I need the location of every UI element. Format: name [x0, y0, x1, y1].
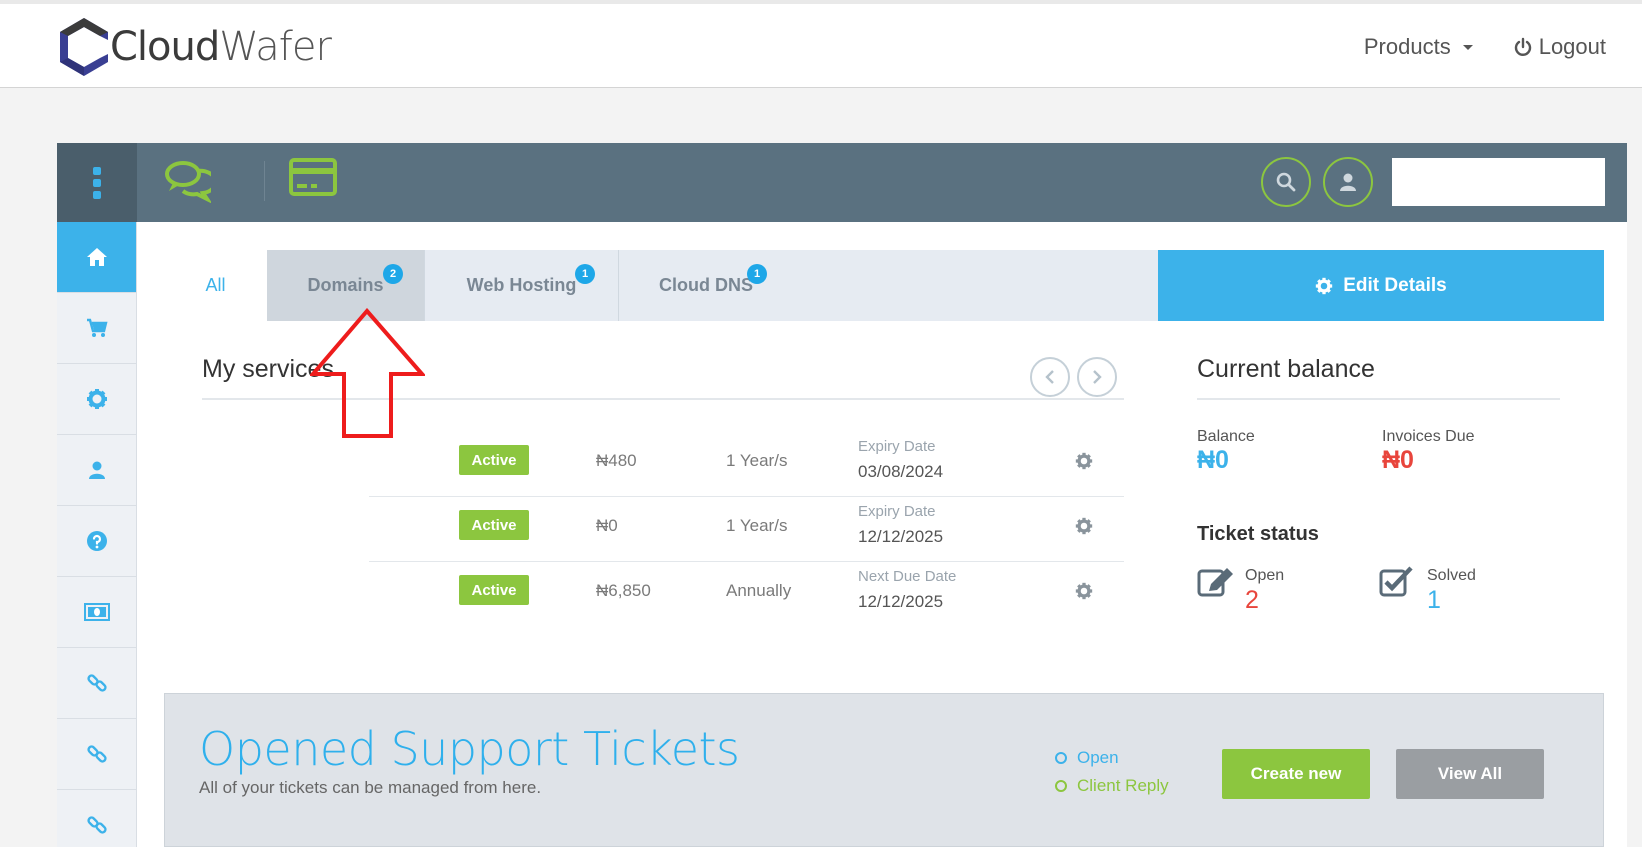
billing-cycle: Annually — [726, 581, 792, 600]
chevron-left-icon — [1045, 370, 1054, 384]
dashboard-header — [57, 143, 1627, 222]
support-tickets-subtitle: All of your tickets can be managed from … — [199, 778, 542, 797]
current-balance-title: Current balance — [1197, 355, 1375, 383]
circle-icon — [1055, 780, 1067, 792]
ticket-status-title: Ticket status — [1197, 523, 1319, 545]
circle-icon — [1055, 752, 1067, 764]
search-icon — [1276, 172, 1296, 192]
money-icon — [83, 603, 110, 621]
credit-card-icon[interactable] — [289, 158, 337, 201]
dns-count-badge: 1 — [747, 264, 767, 284]
solved-tickets-label: Solved — [1427, 567, 1476, 584]
gear-icon[interactable] — [1075, 517, 1093, 540]
account-button[interactable] — [1323, 157, 1373, 207]
user-icon — [88, 461, 105, 479]
service-price: ₦0 — [596, 516, 618, 535]
sidebar-item-link-3[interactable] — [57, 790, 136, 847]
cart-icon — [86, 318, 108, 337]
power-icon — [1514, 37, 1531, 56]
invoices-due-value: ₦0 — [1382, 446, 1414, 474]
tab-web-hosting[interactable]: Web Hosting 1 — [425, 250, 619, 321]
chevron-down-icon — [1462, 44, 1473, 50]
date-value: 12/12/2025 — [858, 527, 944, 546]
tab-cloud-dns[interactable]: Cloud DNS 1 — [619, 250, 1158, 321]
billing-cycle: 1 Year/s — [726, 451, 788, 470]
tab-all[interactable]: All — [164, 250, 267, 321]
sidebar-item-account[interactable] — [57, 435, 136, 506]
dashboard-panel: All Domains 2 Web Hosting 1 Cloud DNS 1 … — [57, 143, 1627, 847]
support-tickets-panel: Opened Support Tickets All of your ticke… — [164, 693, 1604, 847]
sidebar-item-home[interactable] — [57, 222, 136, 293]
billing-cycle: 1 Year/s — [726, 516, 788, 535]
gear-icon[interactable] — [1075, 582, 1093, 605]
balance-value: ₦0 — [1197, 446, 1229, 474]
prev-button[interactable] — [1030, 357, 1070, 397]
sidebar-item-link-1[interactable] — [57, 648, 136, 719]
date-label: Expiry Date — [858, 503, 936, 520]
home-icon — [86, 248, 107, 266]
status-badge: Active — [459, 445, 529, 475]
balance-label: Balance — [1197, 428, 1255, 445]
edit-details-button[interactable]: Edit Details — [1158, 250, 1604, 321]
open-tickets-value: 2 — [1245, 586, 1259, 614]
sidebar-item-services[interactable] — [57, 364, 136, 435]
service-price: ₦6,850 — [596, 581, 651, 600]
products-label: Products — [1363, 34, 1451, 59]
status-badge: Active — [459, 575, 529, 605]
create-new-button[interactable]: Create new — [1222, 749, 1370, 799]
status-badge: Active — [459, 510, 529, 540]
open-tickets-label: Open — [1245, 567, 1285, 584]
view-all-button[interactable]: View All — [1396, 749, 1544, 799]
logo[interactable]: CloudWafer — [56, 16, 332, 78]
chat-icon[interactable] — [163, 157, 218, 208]
legend-open: Open — [1055, 748, 1119, 768]
gear-icon[interactable] — [1075, 452, 1093, 475]
gear-icon — [86, 389, 107, 409]
support-tickets-title: Opened Support Tickets — [199, 722, 740, 776]
annotation-arrow-icon — [310, 308, 425, 438]
date-label: Expiry Date — [858, 438, 936, 455]
hosting-count-badge: 1 — [575, 264, 595, 284]
logout-link[interactable]: Logout — [1513, 34, 1606, 60]
next-button[interactable] — [1077, 357, 1117, 397]
account-name-box[interactable] — [1392, 158, 1605, 206]
date-value: 12/12/2025 — [858, 592, 944, 611]
service-price: ₦480 — [596, 451, 637, 470]
products-menu[interactable]: Products — [1364, 34, 1473, 60]
help-icon — [86, 531, 107, 551]
domains-count-badge: 2 — [383, 264, 403, 284]
link-icon — [86, 674, 107, 692]
date-value: 03/08/2024 — [858, 462, 944, 481]
table-row[interactable]: Active ₦480 1 Year/s Expiry Date 03/08/2… — [369, 432, 1124, 497]
top-navbar: CloudWafer Products Logout — [0, 0, 1642, 88]
sidebar-item-link-2[interactable] — [57, 719, 136, 790]
link-icon — [86, 745, 107, 763]
logo-text: CloudWafer — [110, 24, 332, 70]
solved-tickets-value: 1 — [1427, 586, 1441, 614]
sidebar-item-cart[interactable] — [57, 293, 136, 364]
user-icon — [1340, 173, 1356, 191]
sidebar — [57, 222, 137, 847]
check-square-icon — [1379, 565, 1415, 602]
search-button[interactable] — [1261, 157, 1311, 207]
sidebar-item-billing[interactable] — [57, 577, 136, 648]
logout-label: Logout — [1538, 34, 1606, 59]
gear-icon — [1316, 277, 1333, 294]
legend-client-reply: Client Reply — [1055, 776, 1169, 796]
edit-icon — [1197, 565, 1235, 602]
table-row[interactable]: Active ₦0 1 Year/s Expiry Date 12/12/202… — [369, 497, 1124, 562]
date-label: Next Due Date — [858, 568, 957, 585]
sidebar-item-support[interactable] — [57, 506, 136, 577]
logo-mark-icon — [60, 18, 108, 76]
invoices-due-label: Invoices Due — [1382, 428, 1475, 445]
chevron-right-icon — [1093, 370, 1102, 384]
table-row[interactable]: Active ₦6,850 Annually Next Due Date 12/… — [369, 562, 1124, 627]
menu-toggle-button[interactable] — [57, 143, 137, 222]
link-icon — [86, 816, 107, 834]
